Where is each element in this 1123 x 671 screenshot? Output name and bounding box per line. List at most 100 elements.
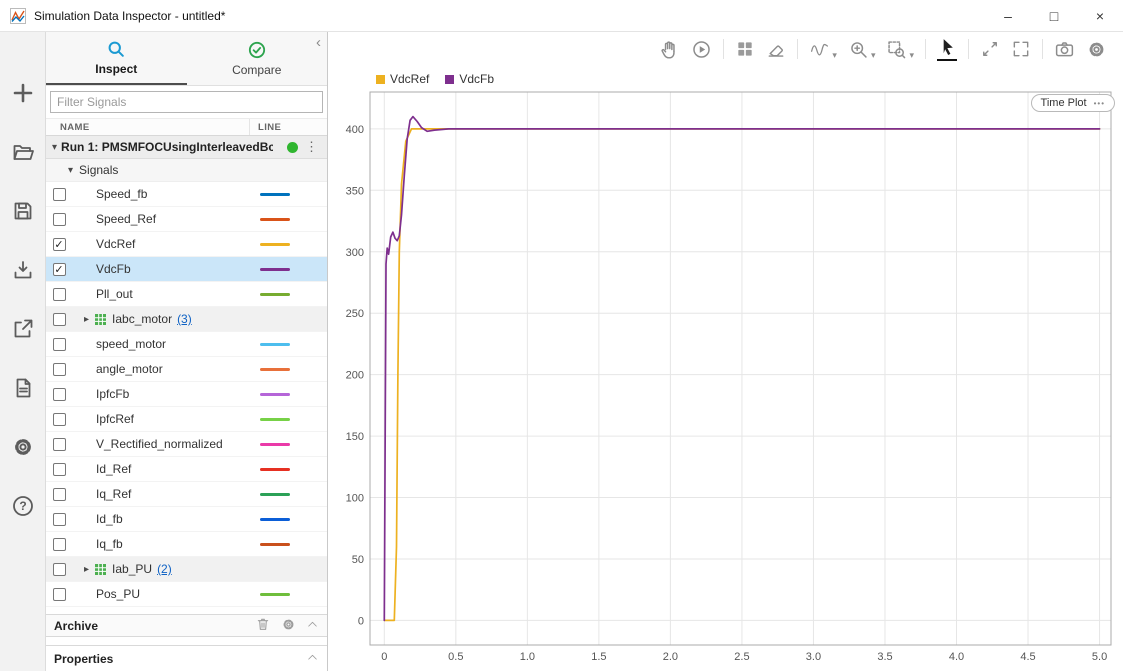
signal-checkbox[interactable]: [53, 588, 66, 601]
filter-signals-input[interactable]: [50, 91, 323, 113]
caret-down-icon[interactable]: ▾: [52, 142, 57, 153]
signal-name-cell: Id_fb: [72, 512, 250, 526]
archive-collapse-icon[interactable]: [306, 618, 319, 634]
line-style-swatch[interactable]: [260, 368, 290, 371]
line-style-swatch[interactable]: [260, 218, 290, 221]
fit-to-view-icon[interactable]: [980, 39, 1000, 59]
signal-checkbox[interactable]: [53, 363, 66, 376]
signal-checkbox[interactable]: [53, 563, 66, 576]
minimize-button[interactable]: –: [985, 0, 1031, 31]
zoom-icon[interactable]: ▾: [848, 39, 876, 60]
trash-icon[interactable]: [255, 616, 271, 635]
line-style-swatch[interactable]: [260, 268, 290, 271]
line-style-swatch[interactable]: [260, 543, 290, 546]
signal-checkbox[interactable]: [53, 313, 66, 326]
signal-checkbox[interactable]: [53, 388, 66, 401]
signal-checkbox[interactable]: [53, 438, 66, 451]
line-style-swatch[interactable]: [260, 418, 290, 421]
signal-row[interactable]: IpfcFb: [46, 382, 327, 407]
clear-plots-eraser-icon[interactable]: [766, 39, 786, 59]
signal-row[interactable]: Speed_Ref: [46, 207, 327, 232]
signal-row[interactable]: ✓VdcRef: [46, 232, 327, 257]
time-plot[interactable]: 00.51.01.52.02.53.03.54.04.55.0050100150…: [329, 88, 1119, 670]
time-plot-badge[interactable]: Time Plot •••: [1031, 94, 1115, 112]
line-style-swatch[interactable]: [260, 593, 290, 596]
signal-row[interactable]: Iq_fb: [46, 532, 327, 557]
signal-row[interactable]: angle_motor: [46, 357, 327, 382]
svg-text:2.5: 2.5: [734, 651, 749, 663]
signal-checkbox[interactable]: [53, 213, 66, 226]
close-button[interactable]: ×: [1077, 0, 1123, 31]
properties-bar[interactable]: Properties: [46, 645, 327, 671]
chevron-down-icon[interactable]: ▾: [871, 50, 876, 60]
line-style-swatch[interactable]: [260, 243, 290, 246]
run-row[interactable]: ▾ Run 1: PMSMFOCUsingInterleavedBc ⋮: [46, 136, 327, 159]
signal-checkbox[interactable]: [53, 188, 66, 201]
collapse-panel-icon[interactable]: ‹: [316, 34, 321, 51]
line-style-swatch[interactable]: [260, 493, 290, 496]
archive-bar[interactable]: Archive: [46, 614, 327, 637]
signal-row[interactable]: IpfcRef: [46, 407, 327, 432]
compare-check-icon: [247, 40, 267, 60]
signal-count-link[interactable]: (2): [157, 562, 172, 576]
signal-row[interactable]: ▸Iab_PU(2): [46, 557, 327, 582]
signal-row[interactable]: ▸Iabc_motor(3): [46, 307, 327, 332]
snapshot-camera-icon[interactable]: [1054, 39, 1075, 60]
signal-row[interactable]: Pll_out: [46, 282, 327, 307]
line-style-swatch[interactable]: [260, 293, 290, 296]
replay-icon[interactable]: [691, 39, 712, 60]
save-button[interactable]: [10, 198, 36, 224]
export-button[interactable]: [10, 316, 36, 342]
line-style-swatch[interactable]: [260, 193, 290, 196]
signal-row[interactable]: ✓VdcFb: [46, 257, 327, 282]
pointer-arrow-icon[interactable]: [937, 37, 957, 61]
signal-trace-icon[interactable]: ▾: [809, 39, 837, 60]
signal-count-link[interactable]: (3): [177, 312, 192, 326]
open-folder-button[interactable]: [10, 139, 36, 165]
import-button[interactable]: [10, 257, 36, 283]
run-options-icon[interactable]: ⋮: [302, 139, 321, 155]
signal-row[interactable]: Id_Ref: [46, 457, 327, 482]
line-style-swatch[interactable]: [260, 518, 290, 521]
maximize-button[interactable]: □: [1031, 0, 1077, 31]
zoom-region-icon[interactable]: ▾: [886, 39, 914, 60]
signal-row[interactable]: V_Rectified_normalized: [46, 432, 327, 457]
chevron-down-icon[interactable]: ▾: [909, 50, 914, 60]
subplot-layout-icon[interactable]: [735, 39, 755, 59]
line-style-swatch[interactable]: [260, 468, 290, 471]
signal-row[interactable]: Speed_fb: [46, 182, 327, 207]
signal-checkbox[interactable]: ✓: [53, 263, 66, 276]
signal-checkbox[interactable]: [53, 288, 66, 301]
pan-hand-icon[interactable]: [659, 39, 680, 60]
help-button[interactable]: ?: [10, 493, 36, 519]
signal-row[interactable]: speed_motor: [46, 332, 327, 357]
preferences-button[interactable]: [10, 434, 36, 460]
tab-compare[interactable]: Compare: [187, 32, 328, 85]
badge-options-icon[interactable]: •••: [1094, 99, 1105, 108]
line-style-swatch[interactable]: [260, 343, 290, 346]
signal-checkbox[interactable]: ✓: [53, 238, 66, 251]
archive-gear-icon[interactable]: [281, 617, 296, 635]
signal-row[interactable]: Id_fb: [46, 507, 327, 532]
line-style-swatch[interactable]: [260, 393, 290, 396]
signal-checkbox[interactable]: [53, 513, 66, 526]
signal-checkbox[interactable]: [53, 538, 66, 551]
signals-group-row[interactable]: ▾ Signals: [46, 159, 327, 182]
fullscreen-icon[interactable]: [1011, 39, 1031, 59]
caret-down-icon[interactable]: ▾: [68, 165, 73, 176]
line-style-swatch[interactable]: [260, 443, 290, 446]
signal-checkbox[interactable]: [53, 413, 66, 426]
signal-checkbox[interactable]: [53, 488, 66, 501]
tab-inspect[interactable]: Inspect: [46, 32, 187, 85]
add-button[interactable]: [10, 80, 36, 106]
signal-checkbox[interactable]: [53, 338, 66, 351]
signal-row[interactable]: Iq_Ref: [46, 482, 327, 507]
properties-collapse-icon[interactable]: [306, 651, 319, 667]
report-button[interactable]: [10, 375, 36, 401]
caret-right-icon[interactable]: ▸: [84, 314, 89, 325]
chevron-down-icon[interactable]: ▾: [832, 50, 837, 60]
signal-row[interactable]: Pos_PU: [46, 582, 327, 607]
signal-checkbox[interactable]: [53, 463, 66, 476]
plot-settings-gear-icon[interactable]: [1086, 39, 1107, 60]
caret-right-icon[interactable]: ▸: [84, 564, 89, 575]
